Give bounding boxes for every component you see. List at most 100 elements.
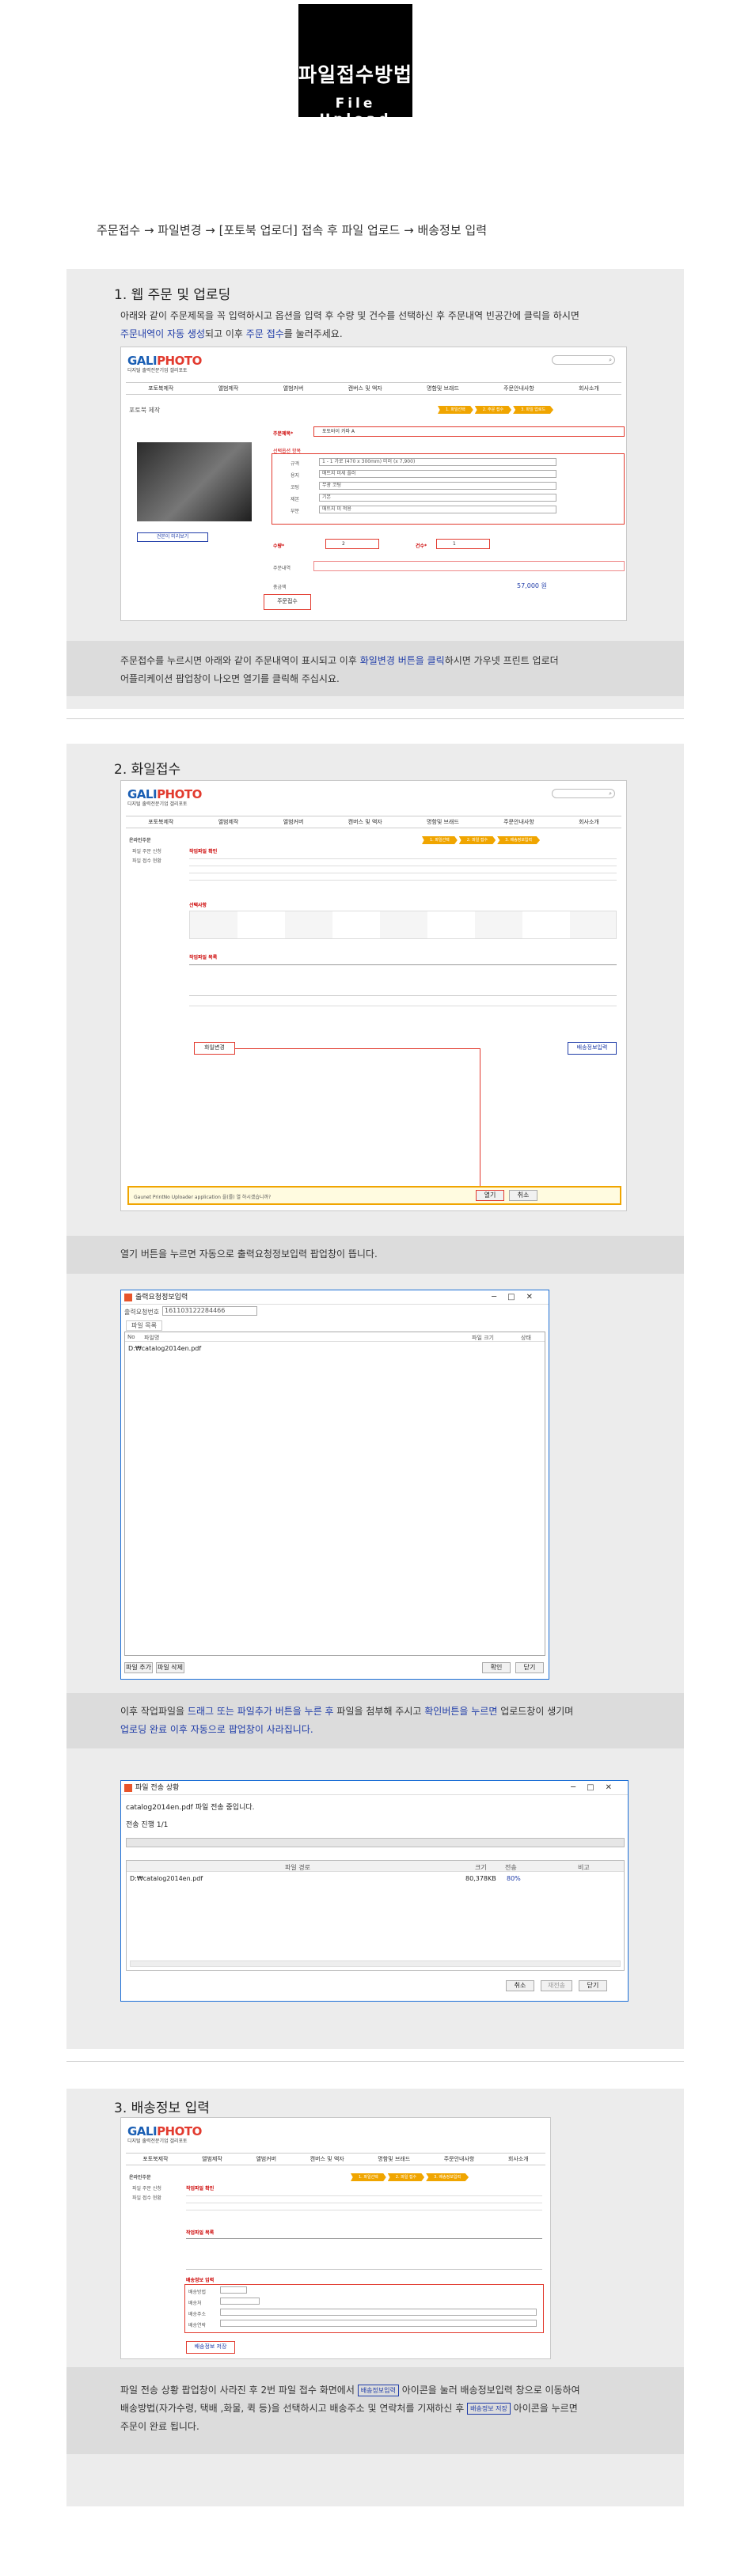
inline-shipping-info-icon: 배송정보입력 (357, 2385, 399, 2396)
nav-item[interactable]: 주문안내사항 (503, 383, 534, 394)
nav-item[interactable]: 포토북제작 (148, 816, 173, 828)
transfer-list-header: 파일 경로 크기 전송 비고 (127, 1861, 624, 1872)
section-note: 파일 전송 상황 팝업창이 사라진 후 2번 파일 접수 화면에서 배송정보입력… (120, 2385, 580, 2432)
page-title: 파일접수방법 (298, 63, 413, 86)
shipping-info-button[interactable]: 배송정보입력 (568, 1042, 617, 1055)
nav-item[interactable]: 앨범제작 (202, 2154, 222, 2165)
file-change-button[interactable]: 화일변경 (194, 1042, 235, 1055)
nav-item[interactable]: 명함및 브래드 (427, 816, 459, 828)
nav-item[interactable]: 주문안내사항 (503, 816, 534, 828)
list-item[interactable]: D:₩catalog2014en.pdf (128, 1345, 201, 1352)
info-rows (189, 858, 617, 887)
section-label: 작업파일 확인 (189, 849, 218, 854)
shipping-save-button[interactable]: 배송정보 저장 (186, 2341, 235, 2354)
horizontal-scrollbar[interactable] (130, 1960, 621, 1967)
dialog-cancel-button[interactable]: 취소 (509, 1190, 537, 1201)
order-submit-button[interactable]: 주문접수 (264, 594, 311, 610)
order-title-input[interactable]: 포토바이 카파 A (313, 426, 625, 437)
search-icon[interactable]: ⌕ (552, 789, 615, 798)
option-select[interactable]: 매트지 미 적용 (319, 506, 556, 513)
side-title: 온라인주문 (129, 838, 151, 843)
sample-photo (137, 442, 252, 521)
nav-item[interactable]: 앨범제작 (218, 816, 239, 828)
main-nav: 포토북제작 앨범제작 앨범커버 캔버스 및 액자 명함및 브래드 주문안내사항 … (126, 382, 621, 395)
logo-subtitle: 디지털 출력전문기업 갤리포토 (127, 368, 188, 373)
option-key: 부분 (291, 509, 300, 514)
window-controls[interactable]: ─□✕ (571, 1781, 623, 1795)
option-select[interactable]: 기본 (319, 494, 556, 502)
order-no-field[interactable]: 161103122284466 (162, 1306, 257, 1316)
transfer-status-window: 파일 전송 상황 ─□✕ catalog2014en.pdf 파일 전송 중입니… (120, 1780, 629, 2002)
side-item[interactable]: 파일 주문 신청 (132, 847, 161, 854)
order-detail-box[interactable] (313, 561, 625, 571)
window-title: 출력요청정보입력 (121, 1290, 549, 1305)
field-label: 배송연락 (188, 2323, 207, 2328)
app-icon (124, 1294, 132, 1301)
nav-item[interactable]: 캔버스 및 액자 (348, 816, 382, 828)
shipping-destination-select[interactable] (220, 2298, 260, 2305)
field-label: 배송처 (188, 2301, 202, 2306)
nav-item[interactable]: 회사소개 (579, 816, 599, 828)
preview-button[interactable]: 견본이 미리보기 (137, 532, 208, 542)
delete-file-button[interactable]: 파일 삭제 (156, 1662, 184, 1673)
nav-item[interactable]: 주문안내사항 (444, 2154, 475, 2165)
shipping-method-select[interactable] (220, 2286, 247, 2294)
shipping-contact-input[interactable] (220, 2320, 537, 2327)
quantity-select[interactable]: 2 (325, 539, 379, 549)
side-item[interactable]: 파일 접수 현황 (132, 2194, 161, 2201)
step-indicator: 1. 파일선택 2. 주문 접수 3. 파일 업로드 (438, 406, 554, 414)
connector-line (235, 1048, 480, 1049)
dialog-open-button[interactable]: 열기 (476, 1190, 504, 1201)
shipping-address-input[interactable] (220, 2309, 537, 2316)
nav-item[interactable]: 회사소개 (508, 2154, 529, 2165)
option-select[interactable]: 무광 코팅 (319, 482, 556, 490)
nav-item[interactable]: 앨범커버 (283, 383, 304, 394)
field-label: 배송방법 (188, 2290, 207, 2295)
page-subtitle: File Upload (319, 96, 392, 127)
retry-button[interactable]: 재전송 (541, 1980, 572, 1991)
summary-rows (189, 1006, 617, 1013)
side-item[interactable]: 파일 접수 현황 (132, 857, 161, 864)
nav-item[interactable]: 앨범커버 (283, 816, 304, 828)
ok-button[interactable]: 확인 (482, 1662, 511, 1673)
count-select[interactable]: 1 (436, 539, 490, 549)
nav-item[interactable]: 앨범제작 (218, 383, 239, 394)
logo-subtitle: 디지털 출력전문기업 갤리포토 (127, 801, 188, 807)
option-select[interactable]: 1 - 1 가로 (470 x 300mm) 미러 (x 7,900) (319, 458, 556, 466)
nav-item[interactable]: 포토북제작 (148, 383, 173, 394)
side-item[interactable]: 파일 주문 신청 (132, 2184, 161, 2191)
nav-item[interactable]: 앨범커버 (256, 2154, 276, 2165)
app-icon (124, 1784, 132, 1792)
close-button[interactable]: 닫기 (579, 1980, 607, 1991)
window-controls[interactable]: ─□✕ (492, 1290, 544, 1305)
option-select[interactable]: 매트지 미세 플러 (319, 470, 556, 478)
main-nav: 포토북제작 앨범제작 앨범커버 캔버스 및 액자 명함및 브래드 주문안내사항 … (126, 816, 621, 828)
nav-item[interactable]: 캔버스 및 액자 (310, 2154, 344, 2165)
cancel-button[interactable]: 취소 (506, 1980, 534, 1991)
file-list[interactable]: No 파일명 파일 크기 상태 D:₩catalog2014en.pdf (124, 1332, 545, 1656)
file-receive-screenshot: GALIPHOTO 디지털 출력전문기업 갤리포토 ⌕ 포토북제작 앨범제작 앨… (120, 780, 627, 1211)
tab-file-list[interactable]: 파일 목록 (126, 1320, 162, 1331)
nav-item[interactable]: 캔버스 및 액자 (348, 383, 382, 394)
page-logo: 파일접수방법 File Upload (298, 4, 413, 127)
nav-item[interactable]: 회사소개 (579, 383, 599, 394)
transfer-rate: 80% (507, 1875, 521, 1882)
col-header: 파일 크기 (472, 1335, 494, 1341)
nav-item[interactable]: 명함및 브래드 (427, 383, 459, 394)
col-header: 크기 (475, 1864, 487, 1871)
close-button[interactable]: 닫기 (515, 1662, 544, 1673)
nav-item[interactable]: 포토북제작 (142, 2154, 168, 2165)
col-header: 파일 경로 (285, 1864, 310, 1871)
section-shipping-info: 3. 배송정보 입력 GALIPHOTO 디지털 출력전문기업 갤리포토 포토북… (66, 2089, 684, 2506)
request-info-window: 출력요청정보입력 ─□✕ 출력요청번호 161103122284466 파일 목… (120, 1290, 549, 1680)
section-label: 작업파일 확인 (186, 2186, 215, 2191)
add-file-button[interactable]: 파일 추가 (124, 1662, 153, 1673)
order-detail-label: 주문내역 (273, 566, 291, 571)
window-title: 파일 전송 상황 (121, 1781, 628, 1795)
inline-shipping-save-icon: 배송정보 저장 (467, 2403, 511, 2415)
search-icon[interactable]: ⌕ (552, 355, 615, 365)
order-no-label: 출력요청번호 (124, 1309, 160, 1316)
overall-progress-bar (126, 1838, 625, 1847)
col-header: 상태 (521, 1335, 531, 1341)
nav-item[interactable]: 명함및 브래드 (378, 2154, 410, 2165)
